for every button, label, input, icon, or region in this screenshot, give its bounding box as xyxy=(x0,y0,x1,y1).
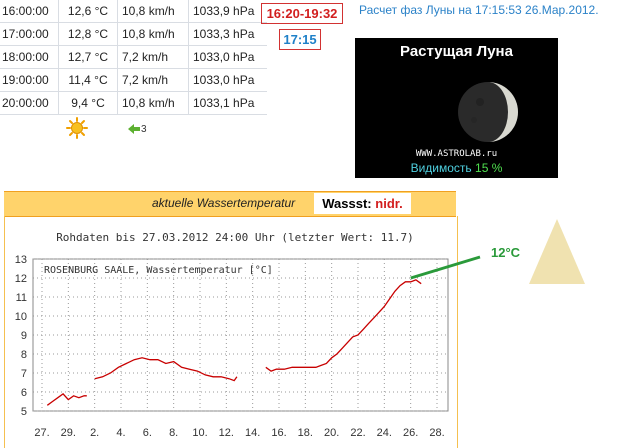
weather-pressure: 1033,0 hPa xyxy=(188,68,267,92)
weather-time: 19:00:00 xyxy=(0,68,59,92)
water-level-label: Wassst: xyxy=(322,196,372,211)
wind-arrow-icon xyxy=(128,124,140,134)
weather-wind: 7,2 km/h xyxy=(117,45,189,69)
moon-phase-title: Расчет фаз Луны на 17:15:53 26.Мар.2012. xyxy=(359,3,599,17)
moon-icon xyxy=(458,82,518,142)
moon-site: WWW.ASTROLAB.ru xyxy=(415,149,498,159)
weather-temp: 12,6 °C xyxy=(58,0,118,23)
weather-wind: 10,8 km/h xyxy=(117,0,189,23)
wind-force: 3 xyxy=(141,124,147,135)
weather-pressure: 1033,0 hPa xyxy=(188,45,267,69)
weather-row: 18:00:00 12,7 °C 7,2 km/h 1033,0 hPa xyxy=(0,45,267,69)
weather-wind: 7,2 km/h xyxy=(117,68,189,92)
weather-wind: 10,8 km/h xyxy=(117,91,189,115)
moon-phase-name: Растущая Луна xyxy=(400,43,513,60)
visibility-label: Видимость xyxy=(410,161,472,175)
weather-temp: 12,7 °C xyxy=(58,45,118,69)
weather-row: 20:00:00 9,4 °C 10,8 km/h 1033,1 hPa xyxy=(0,91,267,115)
moon-visibility: Видимость 15 % xyxy=(355,161,558,175)
weather-temp: 11,4 °C xyxy=(58,68,118,92)
weather-row: 17:00:00 12,8 °C 10,8 km/h 1033,3 hPa xyxy=(0,22,267,46)
weather-time: 17:00:00 xyxy=(0,22,59,46)
current-time: 17:15 xyxy=(279,29,321,50)
sun-icon xyxy=(66,117,88,139)
weather-pressure: 1033,3 hPa xyxy=(188,22,267,46)
weather-time: 16:00:00 xyxy=(0,0,59,23)
visibility-value: 15 % xyxy=(475,161,503,175)
water-level-box: Wassst: nidr. xyxy=(314,193,411,214)
callout-label: 12°C xyxy=(491,245,521,260)
weather-table: 16:00:00 12,6 °C 10,8 km/h 1033,9 hPa 17:00:… xyxy=(0,0,267,115)
weather-pressure: 1033,9 hPa xyxy=(188,0,267,23)
weather-row: 16:00:00 12,6 °C 10,8 km/h 1033,9 hPa xyxy=(0,0,267,23)
triangle-icon xyxy=(529,219,585,284)
water-level-value: nidr. xyxy=(375,196,403,211)
weather-row: 19:00:00 11,4 °C 7,2 km/h 1033,0 hPa xyxy=(0,68,267,92)
water-chart-panel xyxy=(4,216,458,448)
time-range: 16:20-19:32 xyxy=(261,3,343,24)
moon-panel: Растущая Луна WWW.ASTROLAB.ru Видимость … xyxy=(355,38,558,178)
weather-time: 18:00:00 xyxy=(0,45,59,69)
weather-time: 20:00:00 xyxy=(0,91,59,115)
weather-wind: 10,8 km/h xyxy=(117,22,189,46)
weather-temp: 12,8 °C xyxy=(58,22,118,46)
weather-temp: 9,4 °C xyxy=(58,91,118,115)
weather-pressure: 1033,1 hPa xyxy=(188,91,267,115)
water-temp-bar: aktuelle Wassertemperatur Wassst: nidr. xyxy=(4,191,456,217)
water-temp-label: aktuelle Wassertemperatur xyxy=(152,196,296,210)
